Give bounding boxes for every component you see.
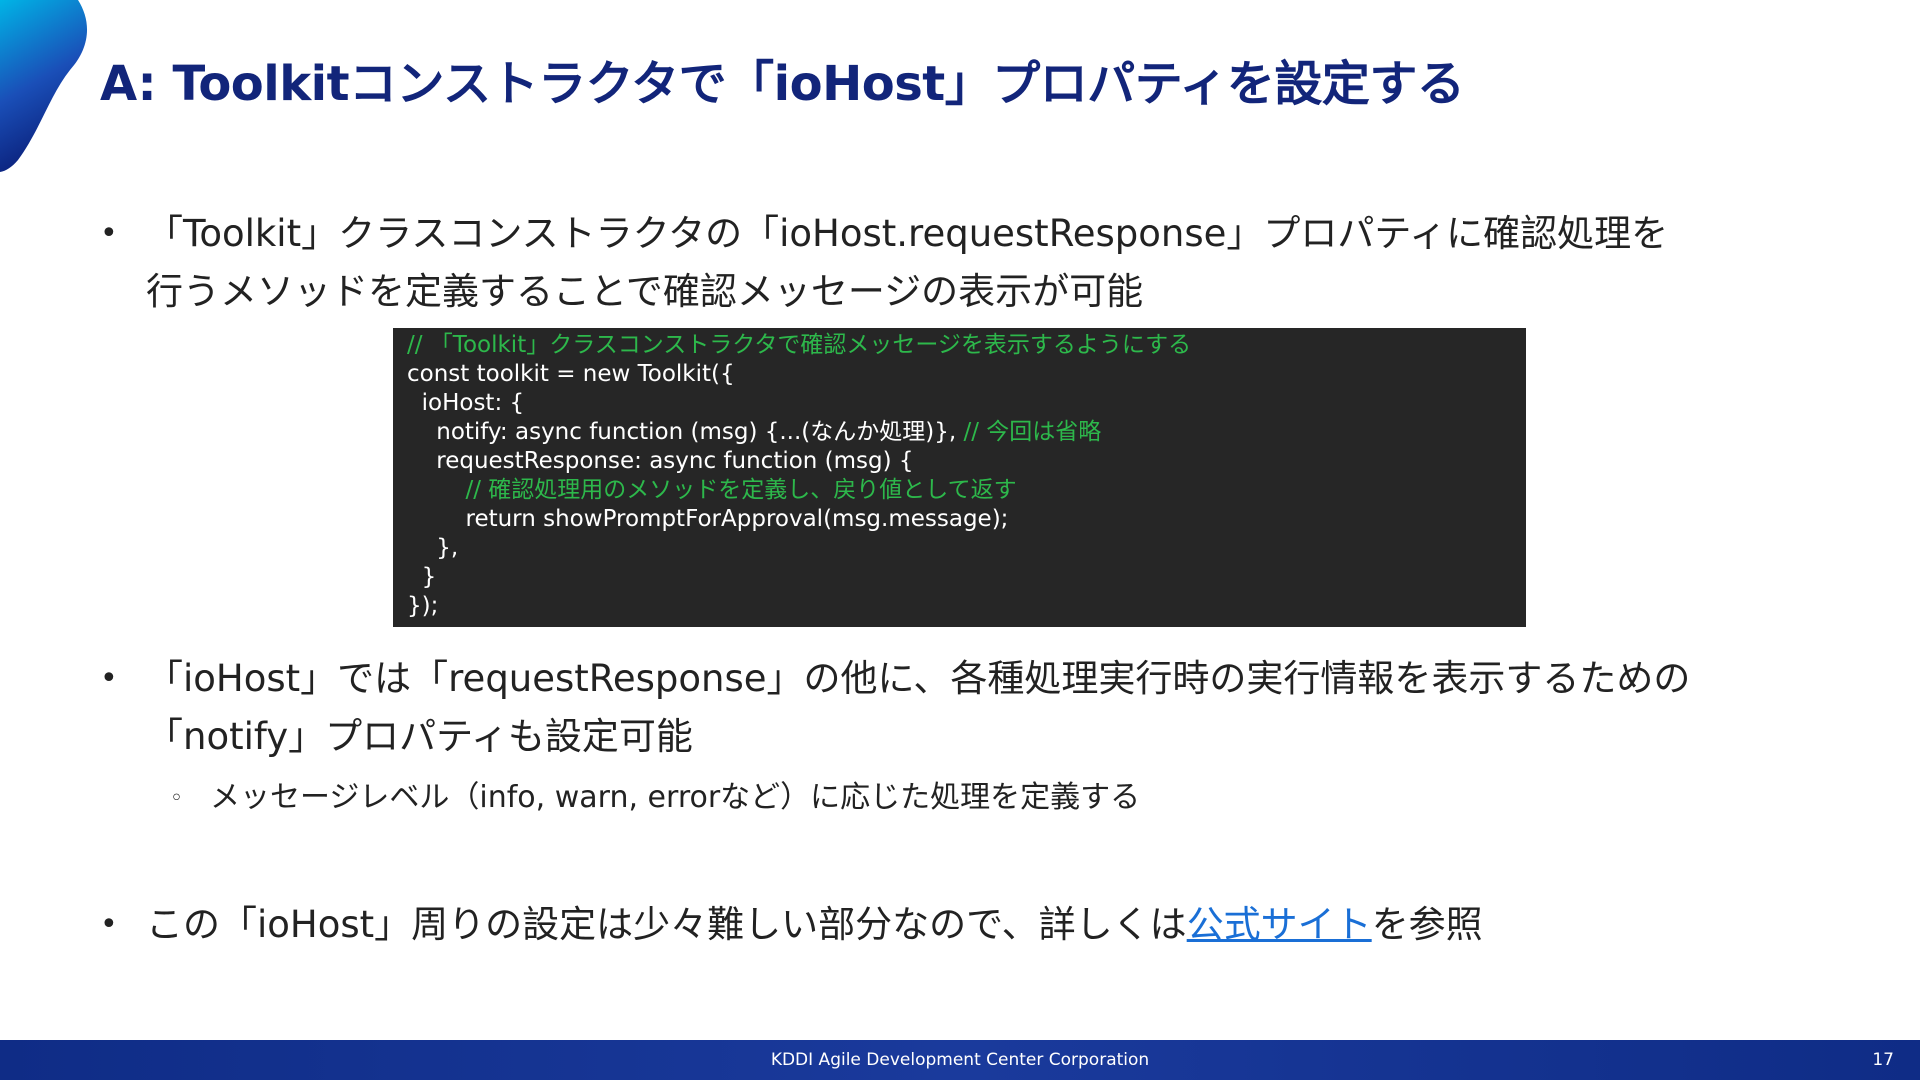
bullet-text-line: 「notify」プロパティも設定可能	[146, 715, 693, 758]
code-line: });	[407, 593, 439, 619]
code-text: notify: async function (msg) {...(なんか処理)…	[407, 419, 964, 445]
footer-company-name: KDDI Agile Development Center Corporatio…	[770, 1050, 1150, 1070]
code-line: },	[407, 535, 459, 561]
bullet-text-line: 行うメソッドを定義することで確認メッセージの表示が可能	[146, 270, 1144, 313]
code-comment: // 確認処理用のメソッドを定義し、戻り値として返す	[407, 477, 1017, 503]
footer-bar: KDDI Agile Development Center Corporatio…	[0, 1040, 1920, 1080]
page-number: 17	[1872, 1050, 1894, 1070]
bullet-text-after-link: を参照	[1371, 903, 1483, 946]
bullet-marker: •	[100, 661, 118, 696]
official-site-link[interactable]: 公式サイト	[1187, 903, 1372, 946]
code-line: requestResponse: async function (msg) {	[407, 448, 914, 474]
bullet-marker: •	[100, 216, 118, 251]
sub-bullet-marker: ◦	[170, 786, 183, 811]
code-line: }	[407, 564, 437, 590]
bullet-text: この「ioHost」周りの設定は少々難しい部分なので、詳しくは公式サイトを参照	[146, 896, 1886, 954]
corner-decoration-shape	[0, 0, 88, 172]
bullet-text-before-link: この「ioHost」周りの設定は少々難しい部分なので、詳しくは	[146, 903, 1187, 946]
code-line: notify: async function (msg) {...(なんか処理)…	[407, 418, 1512, 447]
code-comment: // 今回は省略	[963, 419, 1102, 445]
sub-bullet-text: メッセージレベル（info, warn, errorなど）に応じた処理を定義する	[210, 780, 1141, 815]
code-comment: // 「Toolkit」クラスコンストラクタで確認メッセージを表示するようにする	[407, 332, 1192, 358]
code-line: const toolkit = new Toolkit({	[407, 361, 735, 387]
sub-bullet-message-level: ◦ メッセージレベル（info, warn, errorなど）に応じた処理を定義す…	[170, 778, 1140, 819]
bullet-text: 「Toolkit」クラスコンストラクタの「ioHost.requestRespo…	[146, 205, 1886, 321]
bullet-text-line: 「ioHost」では「requestResponse」の他に、各種処理実行時の実…	[146, 657, 1691, 700]
code-line: return showPromptForApproval(msg.message…	[407, 506, 1009, 532]
bullet-marker: •	[100, 907, 118, 942]
slide-title: A: Toolkitコンストラクタで「ioHost」プロパティを設定する	[100, 56, 1465, 112]
bullet-text-line: 「Toolkit」クラスコンストラクタの「ioHost.requestRespo…	[146, 212, 1669, 255]
code-block: // 「Toolkit」クラスコンストラクタで確認メッセージを表示するようにする…	[393, 328, 1526, 627]
bullet-text: 「ioHost」では「requestResponse」の他に、各種処理実行時の実…	[146, 650, 1886, 766]
code-line: ioHost: {	[407, 390, 525, 416]
bullet-text-line: この「ioHost」周りの設定は少々難しい部分なので、詳しくは公式サイトを参照	[146, 896, 1886, 954]
